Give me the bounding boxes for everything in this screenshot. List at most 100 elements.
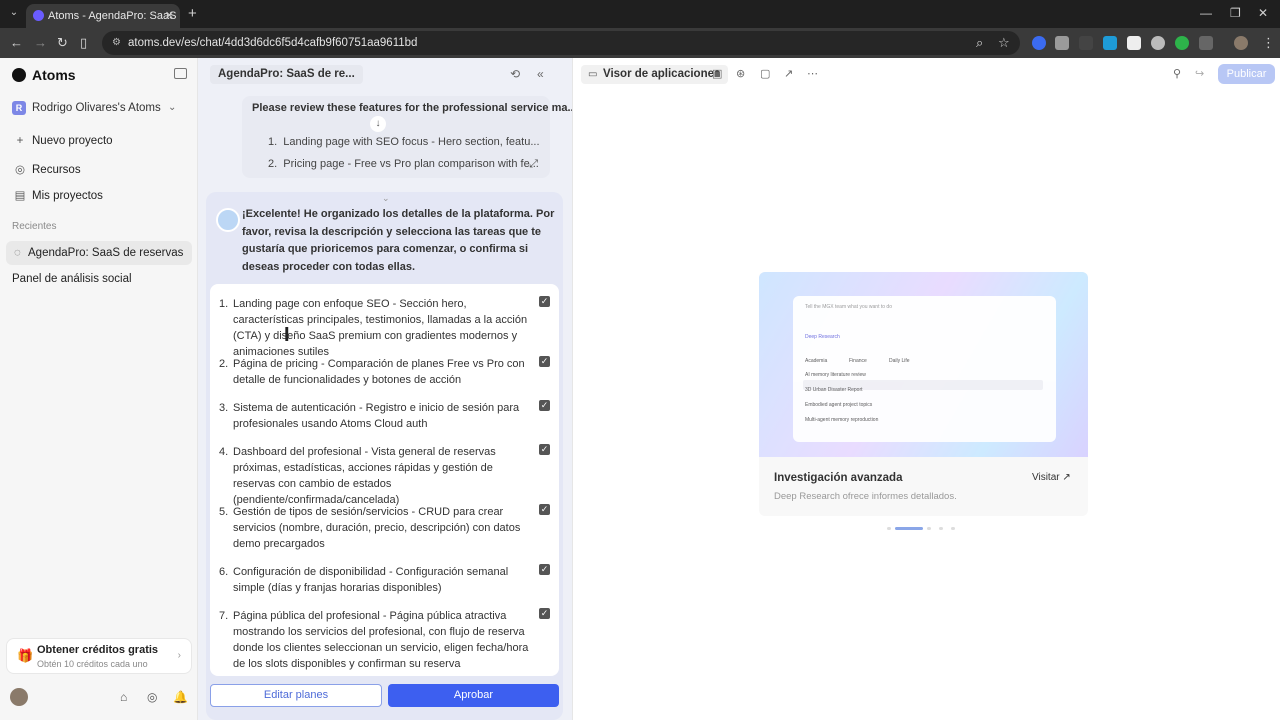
sidebar-item-resources[interactable]: ◎ Recursos [14,162,81,176]
minimize-button[interactable]: — [1200,6,1212,20]
extension-icon[interactable] [1151,36,1165,50]
approve-button[interactable]: Aprobar [388,684,559,707]
browser-toolbar: ← → ↻ ▯ ⚙ atoms.dev/es/chat/4dd3d6dc6f5d… [0,28,1280,58]
free-credits-card[interactable]: 🎁 Obtener créditos gratis Obtén 10 crédi… [6,638,192,674]
sidebar-item-new-project[interactable]: + Nuevo proyecto [14,135,113,147]
publish-button[interactable]: Publicar [1218,64,1275,84]
collapse-message-icon[interactable]: ⌄ [382,193,390,204]
mock-row: AI memory literature review [805,372,866,378]
workspace-switcher[interactable]: R Rodrigo Olivares's Atoms [12,101,161,115]
extensions-puzzle-icon[interactable] [1199,36,1213,50]
chevron-right-icon: › [177,650,181,661]
checkbox-checked-icon[interactable]: ✓ [539,564,550,575]
tab-title: Atoms - AgendaPro: SaaS de r [48,10,180,22]
feature-description: Deep Research ofrece informes detallados… [774,491,957,502]
extension-icon[interactable] [1079,36,1093,50]
folder-icon: ▤ [14,190,26,202]
extension-icon[interactable] [1175,36,1189,50]
text-cursor-icon: I [284,324,290,346]
site-info-icon[interactable]: ⚙ [112,31,121,55]
address-bar[interactable]: ⚙ atoms.dev/es/chat/4dd3d6dc6f5d4cafb9f6… [102,31,1020,55]
favicon-icon [33,10,44,21]
mock-row: Multi-agent memory reproduction [805,417,879,423]
app-sidebar: Atoms R Rodrigo Olivares's Atoms ⌄ + Nuevo… [0,58,198,720]
feature-card[interactable]: Tell the MGX team what you want to do De… [759,272,1088,516]
scroll-down-icon[interactable]: ↓ [370,116,386,132]
user-avatar[interactable] [10,688,28,706]
checkbox-checked-icon[interactable]: ✓ [539,356,550,367]
browser-tab[interactable]: Atoms - AgendaPro: SaaS de r ✕ [26,4,180,28]
list-item: 1. Landing page with SEO focus - Hero se… [268,136,540,148]
recent-project-active[interactable]: ◌ AgendaPro: SaaS de reservas [6,241,192,265]
database-icon[interactable]: ⊛ [736,67,745,80]
brand-logo[interactable]: Atoms [12,67,76,83]
more-icon[interactable]: ⋯ [807,67,818,80]
carousel-dot[interactable] [927,527,931,530]
plus-icon: + [16,135,24,147]
tab-app-viewer[interactable]: ▭ Visor de aplicaciones [581,65,729,84]
tab-label: Visor de aplicaciones [603,68,721,80]
carousel-dot[interactable] [887,527,891,530]
chat-panel: AgendaPro: SaaS de re... ⟲ « Please revi… [198,58,577,720]
gift-icon: 🎁 [17,648,34,663]
notification-bell-icon[interactable]: 🔔 [173,690,188,704]
recent-project[interactable]: Panel de análisis social [12,273,132,285]
list-item: 2. Pricing page - Free vs Pro plan compa… [268,158,539,170]
carousel-dot[interactable] [939,527,943,530]
settings-tool-icon[interactable]: ⚲ [1173,67,1181,80]
carousel-dot-active[interactable] [895,527,923,530]
feature-title: Investigación avanzada [774,472,903,484]
analytics-icon[interactable]: ↗ [784,67,793,80]
arrow-up-right-icon: ↗ [1062,472,1071,483]
forward-icon[interactable]: → [34,35,47,50]
extension-icon[interactable] [1103,36,1117,50]
zoom-icon[interactable]: ⌕ [976,35,983,51]
checkbox-checked-icon[interactable]: ✓ [539,400,550,411]
sidepanel-icon[interactable]: ▯ [80,35,87,51]
carousel-dot[interactable] [951,527,955,530]
reload-icon[interactable]: ↻ [57,35,68,51]
extension-icon[interactable] [1055,36,1069,50]
app-viewer: ▭ Visor de aplicaciones ▣ ⊛ ▢ ↗ ⋯ ⚲ ↪ Pub… [572,58,1280,720]
close-window-button[interactable]: ✕ [1258,6,1268,20]
project-title[interactable]: AgendaPro: SaaS de re... [210,65,363,84]
plan-list: 1. Landing page con enfoque SEO - Sección… [210,284,559,676]
sidebar-item-my-projects[interactable]: ▤ Mis proyectos [14,188,103,202]
credits-title: Obtener créditos gratis [37,644,159,656]
preview-icon[interactable]: ▣ [712,67,722,80]
visit-label: Visitar [1032,472,1060,483]
extension-icon[interactable] [1127,36,1141,50]
discover-icon[interactable]: ◎ [147,690,157,704]
mock-chip: Deep Research [805,334,840,340]
collapse-chat-icon[interactable]: « [537,67,544,81]
checkbox-checked-icon[interactable]: ✓ [539,444,550,455]
user-message: Please review these features for the pro… [242,96,577,178]
checkbox-checked-icon[interactable]: ✓ [539,504,550,515]
assistant-avatar [216,208,240,232]
tab-search-button[interactable]: ⌄ [6,5,22,21]
close-tab-icon[interactable]: ✕ [165,4,174,28]
share-icon[interactable]: ↪ [1195,67,1204,80]
chevron-down-icon[interactable]: ⌄ [168,102,176,113]
browser-tab-bar: ⌄ Atoms - AgendaPro: SaaS de r ✕ + — ❐ ✕ [0,0,1280,28]
sidebar-item-label: Nuevo proyecto [32,135,113,147]
folder-icon[interactable]: ▢ [760,67,770,80]
browser-menu-icon[interactable]: ⋮ [1262,35,1275,51]
history-icon[interactable]: ⟲ [510,67,520,81]
visit-link[interactable]: Visitar ↗ [1032,472,1071,483]
collapse-sidebar-icon[interactable] [174,68,187,79]
expand-icon[interactable]: ⤢ [529,158,538,171]
home-icon[interactable]: ⌂ [120,690,127,704]
feature-preview-image: Tell the MGX team what you want to do De… [759,272,1088,457]
extension-icon[interactable] [1032,36,1046,50]
edit-plans-button[interactable]: Editar planes [210,684,382,707]
profile-avatar[interactable] [1234,36,1248,50]
checkbox-checked-icon[interactable]: ✓ [539,296,550,307]
bookmark-star-icon[interactable]: ☆ [998,35,1010,51]
new-tab-button[interactable]: + [188,4,197,24]
mock-row: 3D Urban Disaster Report [805,387,863,393]
maximize-button[interactable]: ❐ [1230,6,1241,20]
brand-name: Atoms [32,67,76,83]
checkbox-checked-icon[interactable]: ✓ [539,608,550,619]
back-icon[interactable]: ← [10,35,23,50]
